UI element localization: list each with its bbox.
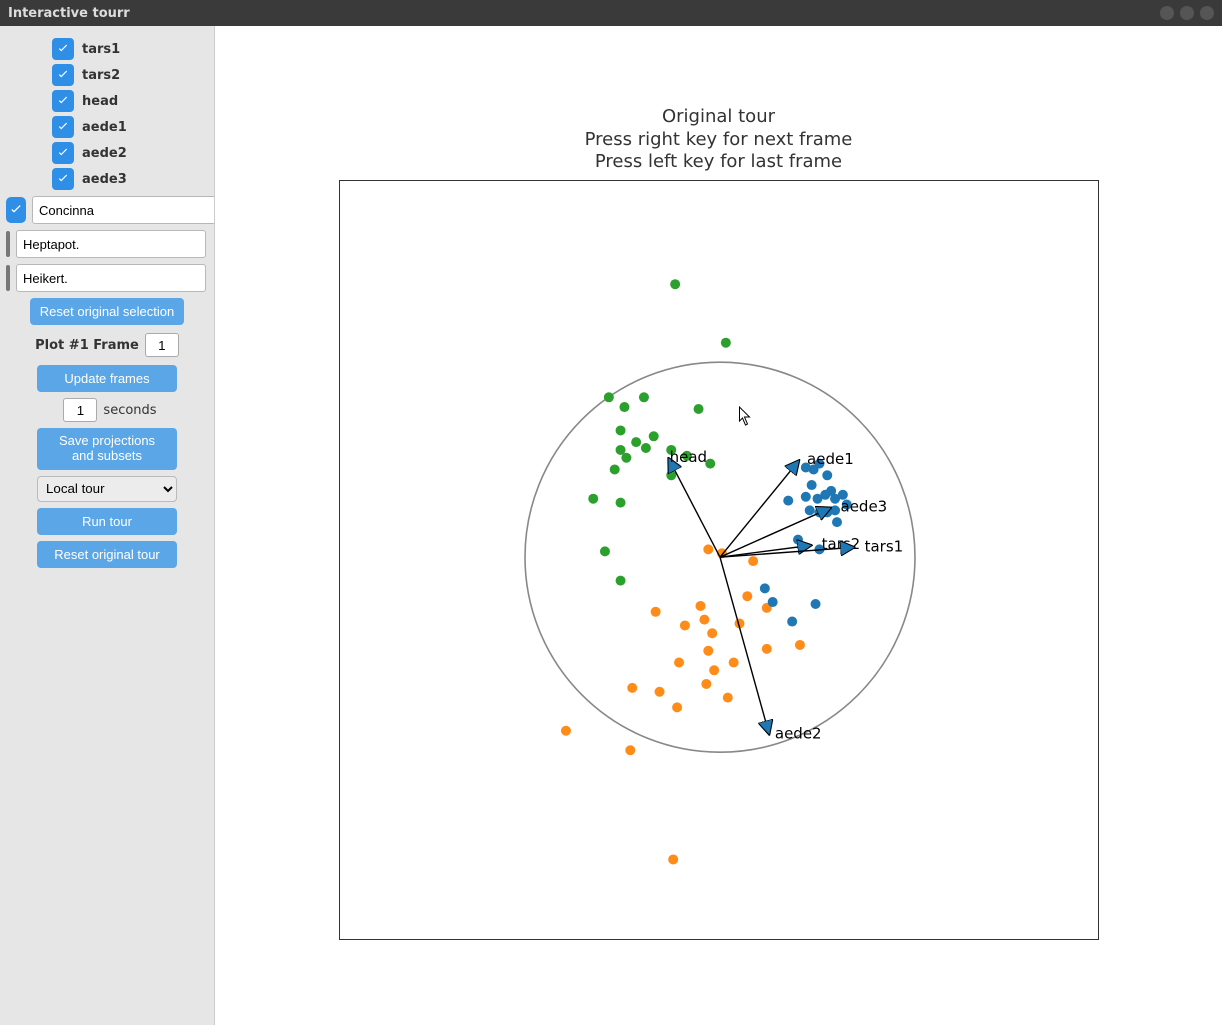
cursor-icon — [739, 407, 749, 425]
data-point — [748, 556, 758, 566]
data-point — [693, 404, 703, 414]
window-title: Interactive tourr — [8, 6, 1154, 21]
variable-checkbox-tars2[interactable] — [52, 64, 74, 86]
data-point — [672, 702, 682, 712]
species-checkbox-2[interactable] — [6, 265, 10, 291]
titlebar: Interactive tourr — [0, 0, 1222, 26]
run-tour-button[interactable]: Run tour — [37, 508, 177, 535]
projection-label-head: head — [669, 447, 706, 465]
variable-label: tars1 — [82, 42, 120, 57]
projection-label-tars2: tars2 — [821, 535, 860, 553]
data-point — [703, 645, 713, 655]
data-point — [800, 491, 810, 501]
data-point — [638, 392, 648, 402]
projection-label-aede1: aede1 — [807, 450, 854, 468]
data-point — [648, 431, 658, 441]
data-point — [609, 464, 619, 474]
variable-label: aede3 — [82, 172, 127, 187]
data-point — [793, 534, 803, 544]
data-point — [830, 505, 840, 515]
projection-label-tars1: tars1 — [864, 537, 903, 555]
reset-selection-button[interactable]: Reset original selection — [30, 298, 184, 325]
species-checkbox-0[interactable] — [6, 197, 26, 223]
data-point — [615, 497, 625, 507]
data-point — [804, 505, 814, 515]
variable-label: aede1 — [82, 120, 127, 135]
data-point — [742, 591, 752, 601]
variable-checkbox-aede1[interactable] — [52, 116, 74, 138]
data-point — [787, 616, 797, 626]
data-point — [699, 614, 709, 624]
data-point — [722, 692, 732, 702]
data-point — [767, 597, 777, 607]
data-point — [761, 643, 771, 653]
minimize-icon[interactable] — [1160, 6, 1174, 20]
data-point — [720, 337, 730, 347]
data-point — [670, 279, 680, 289]
data-point — [625, 745, 635, 755]
seconds-label: seconds — [103, 403, 156, 418]
data-point — [709, 665, 719, 675]
data-point — [599, 546, 609, 556]
close-icon[interactable] — [1200, 6, 1214, 20]
projection-label-aede2: aede2 — [774, 724, 821, 742]
data-point — [615, 575, 625, 585]
projection-vector-aede2 — [720, 557, 769, 733]
data-point — [615, 425, 625, 435]
data-point — [806, 480, 816, 490]
data-point — [783, 495, 793, 505]
data-point — [810, 599, 820, 609]
chart-title: Original tour Press right key for next f… — [215, 106, 1222, 174]
data-point — [621, 452, 631, 462]
data-point — [650, 606, 660, 616]
variable-checkbox-tars1[interactable] — [52, 38, 74, 60]
data-point — [707, 628, 717, 638]
data-point — [674, 657, 684, 667]
data-point — [832, 517, 842, 527]
data-point — [627, 682, 637, 692]
data-point — [794, 639, 804, 649]
data-point — [728, 657, 738, 667]
reset-tour-button[interactable]: Reset original tour — [37, 541, 177, 568]
plot-area: Original tour Press right key for next f… — [215, 26, 1222, 1025]
data-point — [619, 402, 629, 412]
data-point — [668, 854, 678, 864]
data-point — [703, 544, 713, 554]
data-point — [603, 392, 613, 402]
species-checkbox-1[interactable] — [6, 231, 10, 257]
seconds-input[interactable] — [63, 398, 97, 422]
data-point — [695, 600, 705, 610]
tour-type-select[interactable]: Local tour — [37, 476, 177, 502]
sidebar: tars1 tars2 head aede1 aede2 aede3 Reset… — [0, 26, 215, 1025]
projection-vector-aede1 — [720, 461, 798, 557]
maximize-icon[interactable] — [1180, 6, 1194, 20]
data-point — [654, 686, 664, 696]
save-projections-button[interactable]: Save projections and subsets — [37, 428, 177, 470]
data-point — [679, 620, 689, 630]
data-point — [631, 437, 641, 447]
data-point — [640, 443, 650, 453]
plot-box[interactable]: head aede1 aede3 tars2tars1 aede2 — [339, 180, 1099, 940]
projection-label-aede3: aede3 — [840, 497, 887, 515]
data-point — [560, 725, 570, 735]
frame-label: Plot #1 Frame — [35, 338, 139, 353]
update-frames-button[interactable]: Update frames — [37, 365, 177, 392]
variable-label: aede2 — [82, 146, 127, 161]
species-input-2[interactable] — [16, 264, 206, 292]
species-input-0[interactable] — [32, 196, 215, 224]
data-point — [822, 470, 832, 480]
variable-checkbox-head[interactable] — [52, 90, 74, 112]
projection-vector-head — [669, 459, 720, 557]
variable-checkbox-aede3[interactable] — [52, 168, 74, 190]
variable-label: tars2 — [82, 68, 120, 83]
variable-checkbox-aede2[interactable] — [52, 142, 74, 164]
data-point — [820, 489, 830, 499]
data-point — [701, 678, 711, 688]
data-point — [666, 470, 676, 480]
data-point — [759, 583, 769, 593]
data-point — [588, 493, 598, 503]
frame-input[interactable] — [145, 333, 179, 357]
variable-label: head — [82, 94, 118, 109]
species-input-1[interactable] — [16, 230, 206, 258]
